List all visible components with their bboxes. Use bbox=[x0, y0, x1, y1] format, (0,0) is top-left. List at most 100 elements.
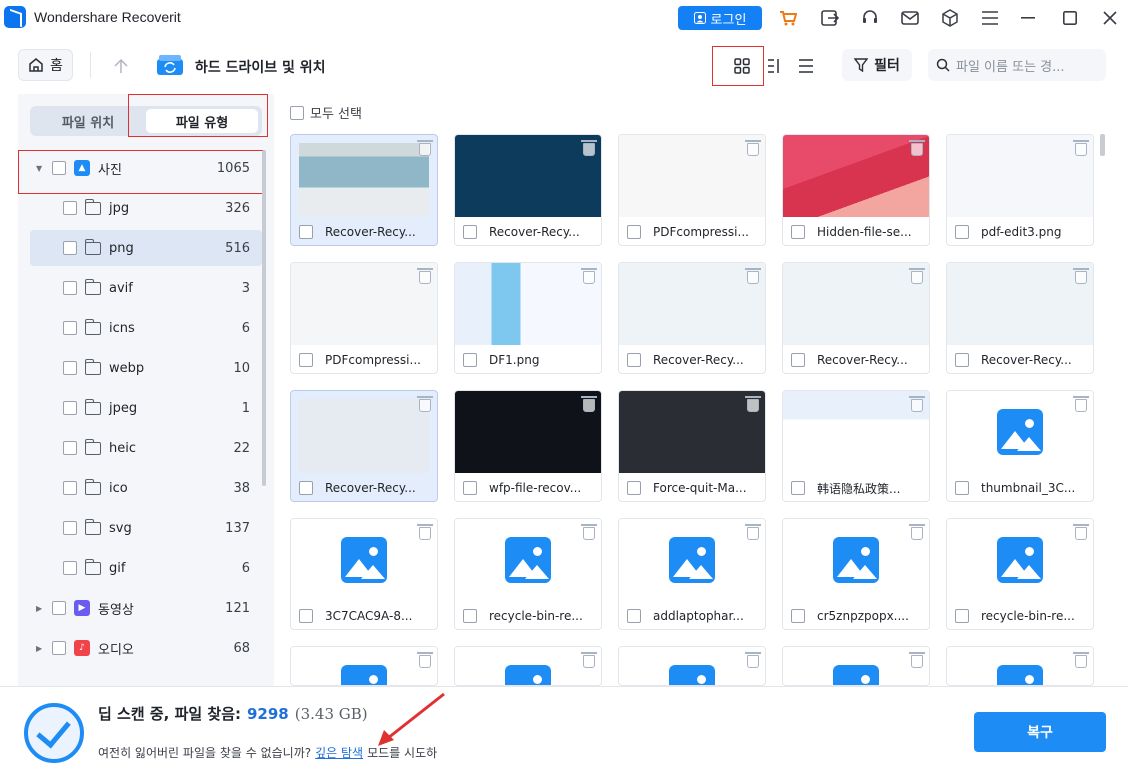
detail-view-button[interactable] bbox=[762, 53, 788, 79]
subtype-checkbox[interactable] bbox=[63, 481, 77, 495]
subtype-checkbox[interactable] bbox=[63, 521, 77, 535]
caret-right-icon[interactable]: ▶ bbox=[36, 644, 46, 653]
tree-subtype-jpeg[interactable]: jpeg 1 bbox=[30, 390, 262, 426]
file-card[interactable]: Hidden-file-se... bbox=[782, 134, 930, 246]
file-checkbox[interactable] bbox=[463, 353, 477, 367]
tree-subtype-jpg[interactable]: jpg 326 bbox=[30, 190, 262, 226]
search-input[interactable]: 파일 이름 또는 경... bbox=[928, 49, 1106, 81]
file-card[interactable]: PDFcompressi... bbox=[618, 134, 766, 246]
file-checkbox[interactable] bbox=[463, 225, 477, 239]
file-checkbox[interactable] bbox=[627, 225, 641, 239]
file-checkbox[interactable] bbox=[463, 481, 477, 495]
file-card[interactable] bbox=[946, 646, 1094, 686]
subtype-checkbox[interactable] bbox=[63, 201, 77, 215]
tree-video[interactable]: ▶ ▶ 동영상 121 bbox=[30, 590, 262, 626]
file-checkbox[interactable] bbox=[791, 481, 805, 495]
subtype-checkbox[interactable] bbox=[63, 321, 77, 335]
video-checkbox[interactable] bbox=[52, 601, 66, 615]
close-icon[interactable] bbox=[1100, 8, 1120, 28]
file-card[interactable]: DF1.png bbox=[454, 262, 602, 374]
file-checkbox[interactable] bbox=[299, 225, 313, 239]
subtype-label: avif bbox=[109, 280, 133, 296]
file-checkbox[interactable] bbox=[627, 609, 641, 623]
file-card[interactable]: Recover-Recy... bbox=[290, 390, 438, 502]
list-view-button[interactable] bbox=[793, 53, 819, 79]
maximize-icon[interactable] bbox=[1060, 8, 1080, 28]
file-checkbox[interactable] bbox=[299, 609, 313, 623]
sidebar-scrollbar[interactable] bbox=[262, 150, 266, 486]
subtype-checkbox[interactable] bbox=[63, 561, 77, 575]
export-icon[interactable] bbox=[820, 8, 840, 28]
select-all-checkbox[interactable] bbox=[290, 105, 304, 120]
subtype-checkbox[interactable] bbox=[63, 441, 77, 455]
cube-icon[interactable] bbox=[940, 8, 960, 28]
filter-button[interactable]: 필터 bbox=[842, 49, 912, 81]
subtype-checkbox[interactable] bbox=[63, 241, 77, 255]
file-checkbox[interactable] bbox=[955, 353, 969, 367]
tree-subtype-png[interactable]: png 516 bbox=[30, 230, 262, 266]
file-card[interactable] bbox=[618, 646, 766, 686]
cart-icon[interactable] bbox=[778, 8, 798, 28]
file-checkbox[interactable] bbox=[955, 609, 969, 623]
file-checkbox[interactable] bbox=[299, 353, 313, 367]
tree-subtype-avif[interactable]: avif 3 bbox=[30, 270, 262, 306]
file-card[interactable]: Recover-Recy... bbox=[618, 262, 766, 374]
file-checkbox[interactable] bbox=[627, 481, 641, 495]
tree-subtype-gif[interactable]: gif 6 bbox=[30, 550, 262, 586]
trash-icon bbox=[745, 396, 761, 412]
subtype-checkbox[interactable] bbox=[63, 401, 77, 415]
tree-subtype-ico[interactable]: ico 38 bbox=[30, 470, 262, 506]
minimize-icon[interactable] bbox=[1018, 8, 1038, 28]
tree-audio[interactable]: ▶ ♪ 오디오 68 bbox=[30, 630, 262, 666]
tree-subtype-heic[interactable]: heic 22 bbox=[30, 430, 262, 466]
file-card[interactable]: Recover-Recy... bbox=[946, 262, 1094, 374]
menu-icon[interactable] bbox=[980, 8, 1000, 28]
file-card[interactable]: recycle-bin-re... bbox=[946, 518, 1094, 630]
file-card[interactable] bbox=[290, 646, 438, 686]
file-card[interactable]: Recover-Recy... bbox=[290, 134, 438, 246]
file-card[interactable]: addlaptophar... bbox=[618, 518, 766, 630]
deep-scan-link[interactable]: 깊은 탐색 bbox=[315, 744, 363, 761]
file-checkbox[interactable] bbox=[791, 225, 805, 239]
file-card[interactable]: pdf-edit3.png bbox=[946, 134, 1094, 246]
file-card[interactable]: 3C7CAC9A-8... bbox=[290, 518, 438, 630]
up-folder-button[interactable] bbox=[106, 51, 136, 81]
subtype-checkbox[interactable] bbox=[63, 361, 77, 375]
file-checkbox[interactable] bbox=[627, 353, 641, 367]
file-card[interactable]: recycle-bin-re... bbox=[454, 518, 602, 630]
file-name: pdf-edit3.png bbox=[981, 225, 1062, 239]
file-card[interactable]: wfp-file-recov... bbox=[454, 390, 602, 502]
file-card[interactable]: Force-quit-Ma... bbox=[618, 390, 766, 502]
audio-checkbox[interactable] bbox=[52, 641, 66, 655]
caret-right-icon[interactable]: ▶ bbox=[36, 604, 46, 613]
file-checkbox[interactable] bbox=[463, 609, 477, 623]
file-card[interactable]: PDFcompressi... bbox=[290, 262, 438, 374]
file-card[interactable]: Recover-Recy... bbox=[454, 134, 602, 246]
file-checkbox[interactable] bbox=[791, 609, 805, 623]
tree-subtype-icns[interactable]: icns 6 bbox=[30, 310, 262, 346]
home-button[interactable]: 홈 bbox=[18, 49, 73, 81]
folder-icon bbox=[84, 558, 101, 575]
file-checkbox[interactable] bbox=[955, 225, 969, 239]
file-card[interactable]: cr5znpzpopx.... bbox=[782, 518, 930, 630]
recover-button[interactable]: 복구 bbox=[974, 712, 1106, 752]
login-button[interactable]: 로그인 bbox=[678, 6, 762, 30]
image-placeholder-icon bbox=[341, 665, 387, 685]
file-card[interactable]: Recover-Recy... bbox=[782, 262, 930, 374]
file-checkbox[interactable] bbox=[955, 481, 969, 495]
file-card[interactable]: thumbnail_3C... bbox=[946, 390, 1094, 502]
main-scrollbar[interactable] bbox=[1100, 134, 1105, 156]
tree-subtype-webp[interactable]: webp 10 bbox=[30, 350, 262, 386]
file-checkbox[interactable] bbox=[791, 353, 805, 367]
select-all[interactable]: 모두 선택 bbox=[290, 103, 362, 122]
headset-icon[interactable] bbox=[860, 8, 880, 28]
file-card[interactable] bbox=[782, 646, 930, 686]
subtype-checkbox[interactable] bbox=[63, 281, 77, 295]
mail-icon[interactable] bbox=[900, 8, 920, 28]
tree-subtype-svg[interactable]: svg 137 bbox=[30, 510, 262, 546]
folder-icon bbox=[84, 518, 101, 535]
file-card[interactable] bbox=[454, 646, 602, 686]
trash-icon bbox=[581, 652, 597, 668]
file-checkbox[interactable] bbox=[299, 481, 313, 495]
file-card[interactable]: 韩语隐私政策... bbox=[782, 390, 930, 502]
